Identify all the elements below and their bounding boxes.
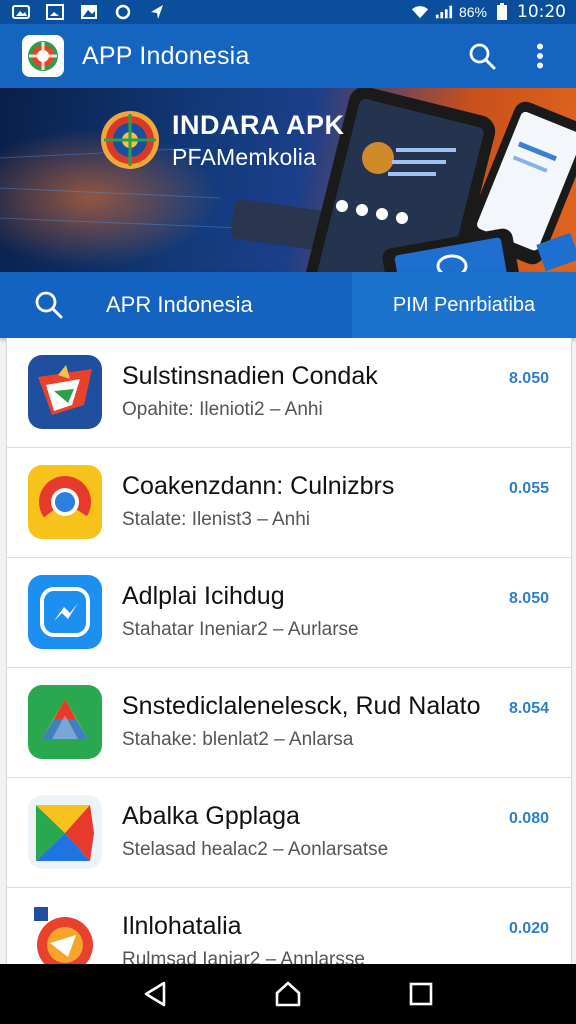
tab-strip: APR Indonesia PIM Penrbiatiba bbox=[0, 272, 576, 338]
chrome-app-icon bbox=[28, 465, 102, 539]
banner-emblem-icon bbox=[101, 111, 159, 169]
banner-subtitle: PFAMemkolia bbox=[172, 144, 317, 170]
battery-percent: 86% bbox=[458, 4, 487, 20]
status-right: 86% 10:20 bbox=[411, 2, 566, 22]
tab-left-label: APR Indonesia bbox=[106, 292, 253, 317]
home-icon bbox=[275, 981, 301, 1007]
back-icon bbox=[144, 981, 165, 1007]
promo-banner[interactable]: INDARA APK PFAMemkolia bbox=[0, 88, 576, 272]
play-app-icon bbox=[28, 795, 102, 869]
app-list: Sulstinsnadien Condak Opahite: Ilenioti2… bbox=[6, 338, 572, 964]
item-subtitle: Rulmsad Ianiar2 – Annlarsse bbox=[122, 949, 365, 964]
item-subtitle: Stahake: blenlat2 – Anlarsa bbox=[122, 729, 354, 750]
photo-icon bbox=[80, 4, 98, 20]
messenger-app-icon bbox=[28, 575, 102, 649]
back-button[interactable] bbox=[135, 974, 175, 1014]
item-subtitle: Stahatar Ineniar2 – Aurlarse bbox=[122, 619, 359, 640]
item-title: Ilnlohatalia bbox=[122, 912, 242, 940]
recents-button[interactable] bbox=[401, 974, 441, 1014]
sync-icon bbox=[114, 4, 132, 20]
search-icon bbox=[469, 43, 496, 70]
app-bar: APP Indonesia bbox=[0, 24, 576, 88]
item-title: Abalka Gpplaga bbox=[122, 802, 300, 830]
list-item[interactable]: Abalka Gpplaga Stelasad healac2 – Aonlar… bbox=[7, 778, 571, 888]
emblem-icon bbox=[28, 41, 58, 71]
gallery-icon bbox=[46, 4, 64, 20]
tab-search-indonesia[interactable]: APR Indonesia bbox=[0, 272, 352, 338]
item-title: Coakenzdann: Culnizbrs bbox=[122, 472, 395, 500]
image-icon bbox=[12, 4, 30, 20]
screen: 86% 10:20 APP Indonesia INDARA APK PFAMe… bbox=[0, 0, 576, 1024]
navigation-bar bbox=[0, 964, 576, 1024]
recents-icon bbox=[410, 982, 433, 1006]
battery-icon bbox=[493, 3, 511, 20]
list-item[interactable]: Sulstinsnadien Condak Opahite: Ilenioti2… bbox=[7, 338, 571, 448]
item-title: Snstediclalenelesck, Rud Nalato bbox=[122, 692, 481, 720]
item-title: Adlplai Icihdug bbox=[122, 582, 285, 610]
drive-app-icon bbox=[28, 685, 102, 759]
list-item[interactable]: Ilnlohatalia Rulmsad Ianiar2 – Annlarsse… bbox=[7, 888, 571, 964]
item-value: 8.050 bbox=[508, 590, 549, 607]
item-value: 8.054 bbox=[508, 700, 549, 717]
list-item[interactable]: Coakenzdann: Culnizbrs Stalate: Ilenist3… bbox=[7, 448, 571, 558]
more-options-button[interactable] bbox=[518, 34, 562, 78]
list-item[interactable]: Adlplai Icihdug Stahatar Ineniar2 – Aurl… bbox=[7, 558, 571, 668]
search-icon bbox=[35, 291, 63, 319]
search-button[interactable] bbox=[460, 34, 504, 78]
item-subtitle: Opahite: Ilenioti2 – Anhi bbox=[122, 399, 323, 420]
item-subtitle: Stelasad healac2 – Aonlarsatse bbox=[122, 839, 389, 860]
status-left bbox=[12, 4, 166, 20]
tab-right-label: PIM Penrbiatiba bbox=[392, 293, 536, 316]
item-value: 0.055 bbox=[508, 480, 549, 497]
item-value: 0.080 bbox=[508, 810, 549, 827]
list-item[interactable]: Snstediclalenelesck, Rud Nalato Stahake:… bbox=[7, 668, 571, 778]
signal-icon bbox=[435, 4, 453, 20]
item-value: 0.020 bbox=[508, 920, 549, 937]
clock: 10:20 bbox=[517, 2, 566, 22]
app-logo bbox=[22, 35, 64, 77]
item-title: Sulstinsnadien Condak bbox=[122, 362, 378, 390]
wifi-icon bbox=[411, 4, 429, 20]
home-button[interactable] bbox=[268, 974, 308, 1014]
flag-app-icon bbox=[28, 355, 102, 429]
more-vert-icon bbox=[537, 43, 543, 69]
tab-right[interactable]: PIM Penrbiatiba bbox=[352, 272, 576, 338]
orange-app-icon bbox=[28, 905, 102, 964]
status-bar: 86% 10:20 bbox=[0, 0, 576, 24]
banner-title: INDARA APK bbox=[172, 110, 345, 140]
item-value: 8.050 bbox=[508, 370, 549, 387]
location-icon bbox=[148, 4, 166, 20]
item-subtitle: Stalate: Ilenist3 – Anhi bbox=[122, 509, 311, 530]
app-title: APP Indonesia bbox=[82, 41, 250, 70]
